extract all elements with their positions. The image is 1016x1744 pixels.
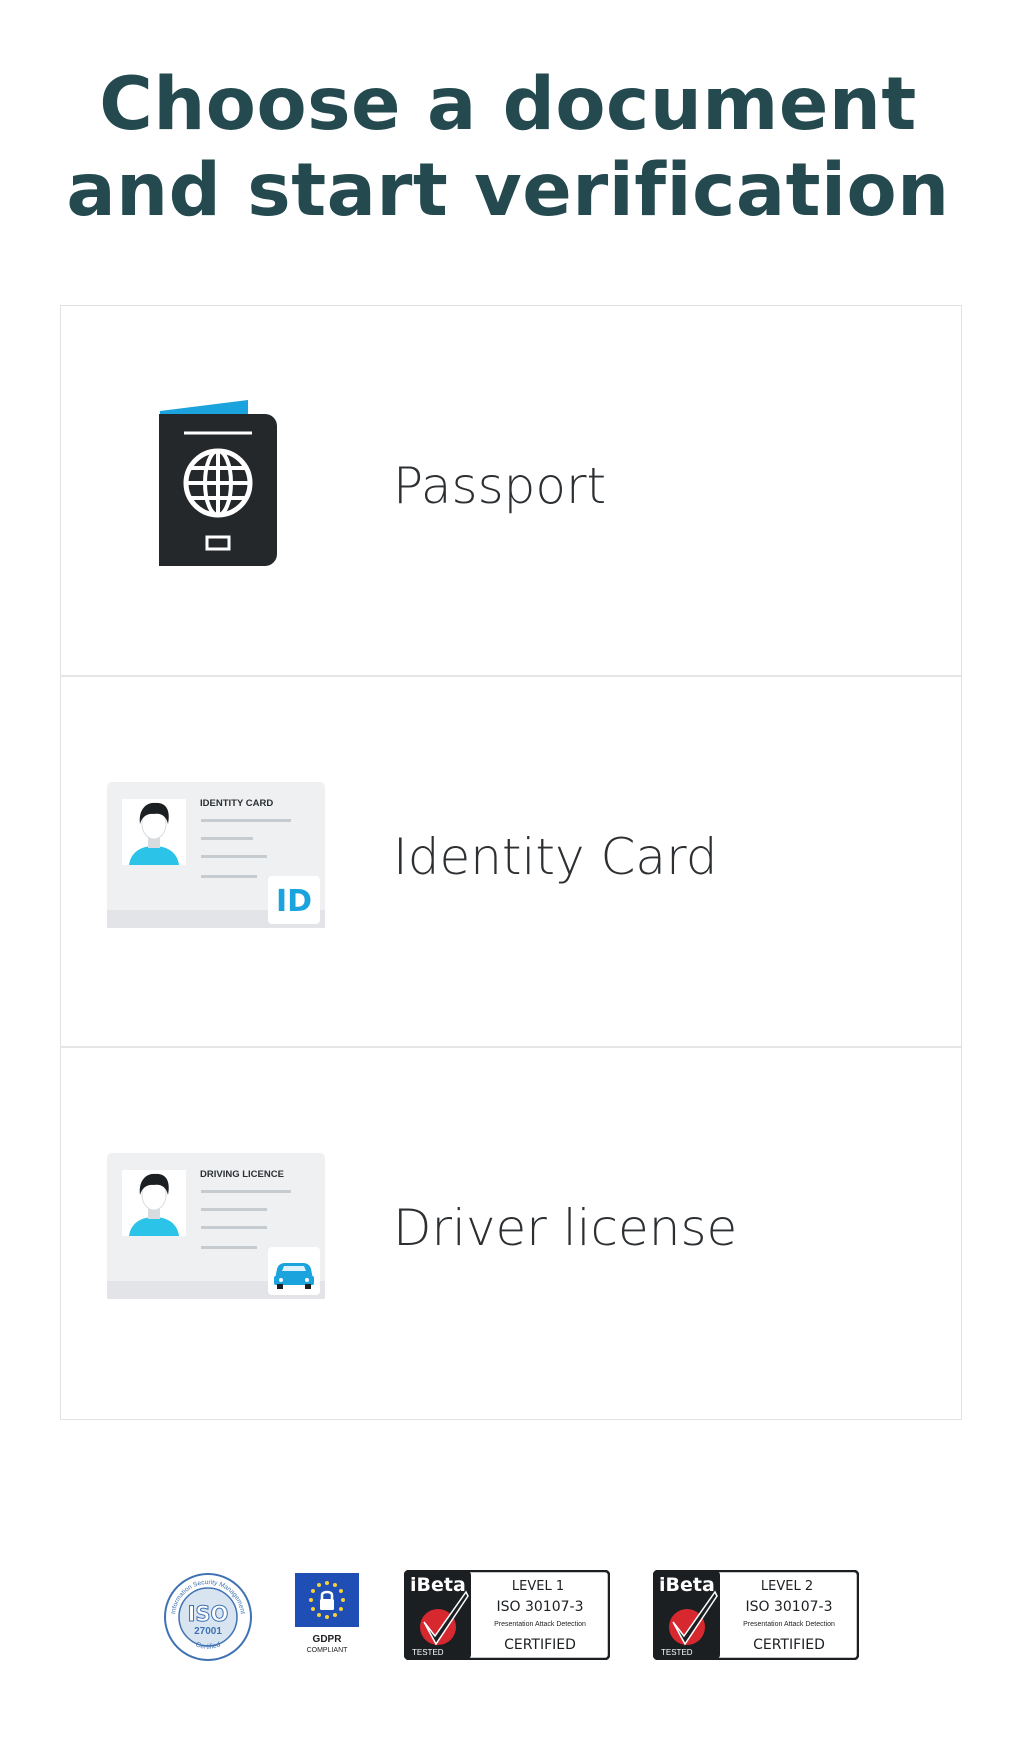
card-header-text: DRIVING LICENCE [200,1169,284,1180]
gdpr-main-text: GDPR [313,1634,343,1645]
ibeta-level-2-badge: iBeta TESTED LEVEL 2 ISO 30107-3 Present… [653,1570,859,1660]
ibeta-desc-text: Presentation Attack Detection [743,1621,835,1628]
page-title: Choose a document and start verification [0,62,1016,234]
document-option-identity-card[interactable]: IDENTITY CARD ID Identity Card [61,677,961,1048]
page-title-line-1: Choose a document [99,62,917,147]
document-label: Driver license [393,1199,738,1257]
ibeta-standard-text: ISO 30107-3 [746,1599,833,1615]
passport-icon [159,400,277,566]
ibeta-desc-text: Presentation Attack Detection [494,1621,586,1628]
gdpr-sub-text: COMPLIANT [307,1647,349,1654]
ibeta-level-text: LEVEL 2 [761,1579,813,1594]
ibeta-tested-text: TESTED [412,1648,444,1657]
ibeta-certified-text: CERTIFIED [504,1637,576,1653]
page-title-line-2: and start verification [66,148,950,233]
id-badge-text: ID [276,884,312,919]
document-label: Identity Card [393,828,718,886]
driving-licence-icon: DRIVING LICENCE [107,1153,325,1299]
ibeta-level-1-badge: iBeta TESTED LEVEL 1 ISO 30107-3 Present… [404,1570,610,1660]
document-label: Passport [393,457,607,515]
ibeta-standard-text: ISO 30107-3 [497,1599,584,1615]
ibeta-brand-text: iBeta [410,1574,466,1596]
document-list: Passport IDENTITY CARD ID Identity Card [60,305,962,1420]
ibeta-tested-text: TESTED [661,1648,693,1657]
document-option-driver-license[interactable]: DRIVING LICENCE Driver license [61,1048,961,1419]
card-header-text: IDENTITY CARD [200,798,273,809]
id-card-icon: IDENTITY CARD ID [107,782,325,928]
document-option-passport[interactable]: Passport [61,306,961,677]
iso-number-text: 27001 [194,1626,222,1637]
ibeta-brand-text: iBeta [659,1574,715,1596]
iso-27001-badge: Information Security Management Certifie… [164,1573,252,1661]
ibeta-level-text: LEVEL 1 [512,1579,564,1594]
iso-main-text: ISO [188,1602,229,1626]
gdpr-compliant-badge: GDPR COMPLIANT [294,1572,360,1660]
certification-badges: Information Security Management Certifie… [0,1570,1016,1670]
ibeta-certified-text: CERTIFIED [753,1637,825,1653]
